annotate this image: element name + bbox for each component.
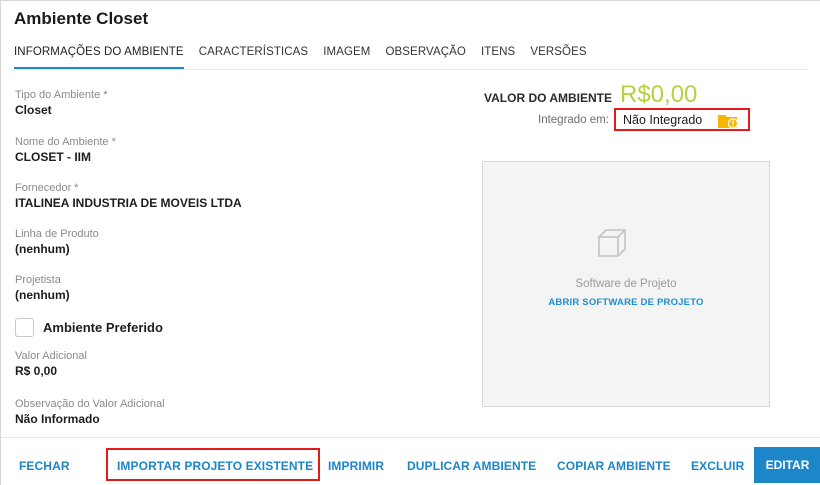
field-value: Não Informado — [15, 412, 100, 426]
folder-warning-icon[interactable] — [717, 113, 739, 129]
duplicar-ambiente-button[interactable]: DUPLICAR AMBIENTE — [407, 459, 536, 473]
field-label: Observação do Valor Adicional — [15, 398, 165, 410]
field-tipo-ambiente: Tipo do Ambiente * Closet — [15, 89, 108, 118]
tab-informacoes[interactable]: INFORMAÇÕES DO AMBIENTE — [14, 45, 184, 69]
copiar-ambiente-button[interactable]: COPIAR AMBIENTE — [557, 459, 671, 473]
field-label: Fornecedor * — [15, 182, 79, 194]
field-fornecedor: Fornecedor * ITALINEA INDUSTRIA DE MOVEI… — [15, 182, 242, 211]
ambiente-preferido-checkbox[interactable] — [15, 317, 34, 337]
cube-icon — [597, 228, 627, 258]
ambiente-preferido-row: Ambiente Preferido — [15, 316, 163, 338]
ambiente-dialog: Ambiente Closet INFORMAÇÕES DO AMBIENTE … — [0, 0, 820, 485]
integrado-em-label: Integrado em: — [538, 114, 609, 126]
field-projetista: Projetista (nenhum) — [15, 274, 70, 303]
field-value: (nenhum) — [15, 242, 70, 256]
importar-projeto-button[interactable]: IMPORTAR PROJETO EXISTENTE — [117, 459, 313, 473]
field-label: Nome do Ambiente * — [15, 136, 116, 148]
field-value: ITALINEA INDUSTRIA DE MOVEIS LTDA — [15, 196, 242, 210]
footer-actions: FECHAR IMPORTAR PROJETO EXISTENTE IMPRIM… — [1, 437, 820, 485]
tab-itens[interactable]: ITENS — [481, 45, 515, 69]
field-value: CLOSET - IIM — [15, 150, 91, 164]
field-label: Projetista — [15, 274, 61, 286]
fechar-button[interactable]: FECHAR — [19, 459, 70, 473]
field-valor-adicional: Valor Adicional R$ 0,00 — [15, 350, 87, 379]
tab-caracteristicas[interactable]: CARACTERÍSTICAS — [199, 45, 309, 69]
page-title: Ambiente Closet — [14, 9, 149, 28]
editar-button[interactable]: EDITAR — [754, 447, 820, 483]
valor-ambiente: VALOR DO AMBIENTE R$0,00 — [484, 81, 697, 109]
field-value: Closet — [15, 103, 52, 117]
field-linha-produto: Linha de Produto (nenhum) — [15, 228, 99, 257]
tab-versoes[interactable]: VERSÕES — [530, 45, 586, 69]
field-label: Tipo do Ambiente * — [15, 89, 108, 101]
valor-ambiente-label: VALOR DO AMBIENTE — [484, 91, 612, 105]
integracao-status: Não Integrado — [614, 108, 750, 131]
field-label: Valor Adicional — [15, 350, 87, 362]
field-nome-ambiente: Nome do Ambiente * CLOSET - IIM — [15, 136, 116, 165]
software-projeto-label: Software de Projeto — [575, 278, 677, 290]
ambiente-preferido-label[interactable]: Ambiente Preferido — [43, 320, 163, 335]
tab-bar: INFORMAÇÕES DO AMBIENTE CARACTERÍSTICAS … — [14, 45, 602, 69]
tab-observacao[interactable]: OBSERVAÇÃO — [385, 45, 465, 69]
field-observacao-valor: Observação do Valor Adicional Não Inform… — [15, 398, 165, 427]
field-label: Linha de Produto — [15, 228, 99, 240]
abrir-software-link[interactable]: ABRIR SOFTWARE DE PROJETO — [483, 297, 769, 308]
integracao-value: Não Integrado — [623, 113, 703, 127]
software-projeto-panel: Software de Projeto ABRIR SOFTWARE DE PR… — [482, 161, 770, 407]
tabs-divider — [14, 69, 807, 70]
tab-imagem[interactable]: IMAGEM — [323, 45, 370, 69]
field-value: (nenhum) — [15, 288, 70, 302]
field-value: R$ 0,00 — [15, 364, 58, 378]
excluir-button[interactable]: EXCLUIR — [691, 459, 744, 473]
valor-ambiente-amount: R$0,00 — [620, 81, 698, 108]
imprimir-button[interactable]: IMPRIMIR — [328, 459, 384, 473]
